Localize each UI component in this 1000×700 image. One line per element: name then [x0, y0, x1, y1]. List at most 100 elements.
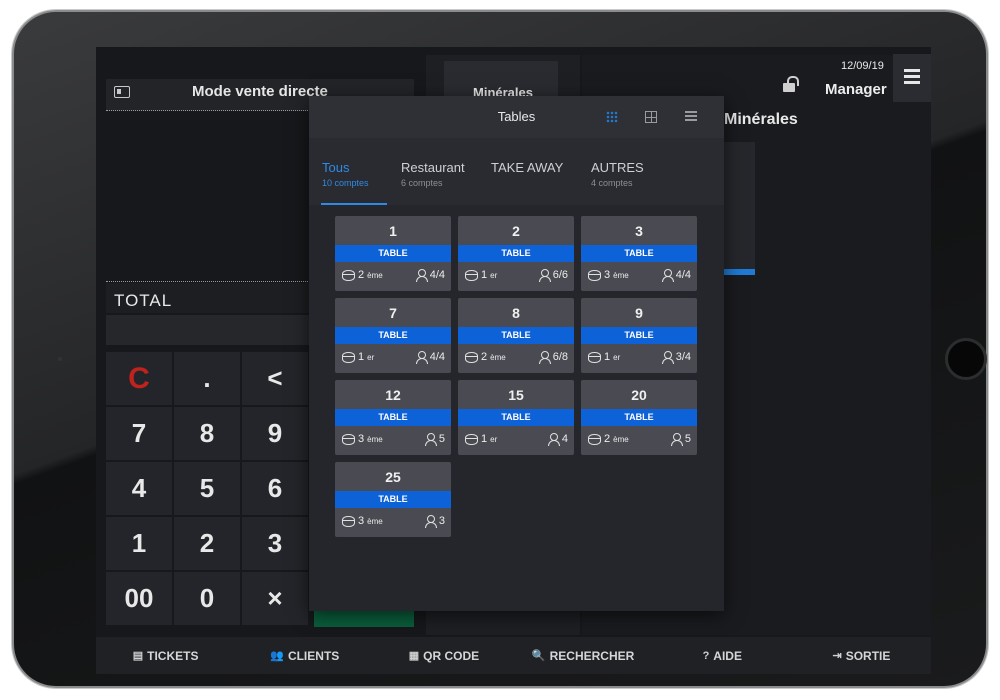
list-view-icon[interactable]	[685, 111, 697, 123]
tab-label: Restaurant	[401, 160, 465, 175]
bottom-nav: ▤ TICKETS 👥 CLIENTS ▦ QR CODE 🔍 RECHERCHER? AIDE…	[96, 637, 931, 674]
key-4[interactable]: 4	[106, 462, 172, 515]
coins-icon	[341, 515, 355, 527]
person-icon	[424, 515, 437, 528]
table-card[interactable]: 7 TABLE 1 er 4/4	[335, 298, 451, 373]
table-card[interactable]: 12 TABLE 3 ème 5	[335, 380, 451, 455]
key-00[interactable]: 00	[106, 572, 172, 625]
coins-icon	[341, 269, 355, 281]
service-suffix: ème	[367, 270, 383, 280]
search-icon: 🔍	[531, 650, 546, 662]
nav-rechercher[interactable]: 🔍 RECHERCHER	[514, 637, 653, 674]
key-9[interactable]: 9	[242, 407, 308, 460]
person-icon	[670, 433, 683, 446]
nav-label: SORTIE	[845, 648, 891, 663]
guest-count: 4	[561, 433, 568, 445]
table-type-badge: TABLE	[581, 327, 697, 344]
id-card-icon	[114, 86, 130, 98]
service-number: 1	[481, 269, 488, 281]
table-card[interactable]: 3 TABLE 3 ème 4/4	[581, 216, 697, 291]
home-button[interactable]	[945, 338, 987, 380]
table-card[interactable]: 15 TABLE 1 er 4	[458, 380, 574, 455]
guest-count: 4/4	[675, 269, 691, 281]
user-name[interactable]: Manager	[825, 81, 887, 98]
nav-label: TICKETS	[147, 648, 199, 663]
tab-count: 4 comptes	[591, 178, 633, 188]
service-indicator: 2 ème	[587, 433, 629, 445]
unlock-icon[interactable]	[783, 76, 799, 92]
tab-autres[interactable]: AUTRES 4 comptes	[591, 160, 644, 188]
guest-count: 6/6	[552, 269, 568, 281]
guest-count: 4/4	[429, 351, 445, 363]
table-card[interactable]: 20 TABLE 2 ème 5	[581, 380, 697, 455]
key-8[interactable]: 8	[174, 407, 240, 460]
product-tile[interactable]	[724, 142, 755, 275]
nav-clients[interactable]: 👥 CLIENTS	[235, 637, 374, 674]
service-suffix: er	[490, 434, 498, 444]
hamburger-menu-button[interactable]	[893, 54, 931, 102]
key-7[interactable]: 7	[106, 407, 172, 460]
table-type-badge: TABLE	[335, 327, 451, 344]
service-number: 3	[358, 515, 365, 527]
tab-take-away[interactable]: TAKE AWAY	[491, 160, 563, 178]
key-6[interactable]: 6	[242, 462, 308, 515]
table-number: 25	[385, 469, 401, 485]
service-suffix: er	[613, 352, 621, 362]
service-indicator: 1 er	[587, 351, 621, 363]
nav-label: RECHERCHER	[549, 648, 635, 663]
service-suffix: ème	[367, 516, 383, 526]
ticket-icon: ▤	[132, 650, 144, 662]
guest-count: 3/4	[675, 351, 691, 363]
service-number: 1	[604, 351, 611, 363]
tab-restaurant[interactable]: Restaurant 6 comptes	[401, 160, 465, 188]
service-indicator: 1 er	[464, 433, 498, 445]
total-label: TOTAL	[114, 291, 173, 310]
table-card[interactable]: 8 TABLE 2 ème 6/8	[458, 298, 574, 373]
service-indicator: 3 ème	[341, 433, 383, 445]
tab-label: AUTRES	[591, 160, 644, 175]
guest-indicator: 5	[670, 433, 691, 446]
nav-sortie[interactable]: ⇥ SORTIE	[792, 637, 931, 674]
exit-icon: ⇥	[832, 650, 842, 662]
date-display: 12/09/19	[841, 60, 884, 72]
nav-qr-code[interactable]: ▦ QR CODE	[374, 637, 513, 674]
table-number: 8	[512, 305, 520, 321]
service-indicator: 1 er	[341, 351, 374, 363]
grid-view-icon[interactable]	[606, 111, 618, 123]
table-card[interactable]: 1 TABLE 2 ème 4/4	[335, 216, 451, 291]
person-icon	[415, 269, 428, 282]
table-number: 9	[635, 305, 643, 321]
table-type-badge: TABLE	[581, 245, 697, 262]
table-card[interactable]: 9 TABLE 1 er 3/4	[581, 298, 697, 373]
guest-indicator: 4/4	[661, 269, 691, 282]
key-3[interactable]: 3	[242, 517, 308, 570]
key-decimal[interactable]: .	[174, 352, 240, 405]
key-1[interactable]: 1	[106, 517, 172, 570]
camera-dot	[58, 357, 62, 361]
guest-count: 5	[438, 433, 445, 445]
hamburger-line	[904, 69, 920, 72]
person-icon	[424, 433, 437, 446]
key-back[interactable]: <	[242, 352, 308, 405]
key-0[interactable]: 0	[174, 572, 240, 625]
table-card[interactable]: 2 TABLE 1 er 6/6	[458, 216, 574, 291]
tab-label: TAKE AWAY	[491, 160, 564, 175]
table-type-badge: TABLE	[458, 327, 574, 344]
plan-view-icon[interactable]	[645, 111, 657, 123]
nav-aide[interactable]: ? AIDE	[653, 637, 792, 674]
table-type-badge: TABLE	[335, 245, 451, 262]
key-2[interactable]: 2	[174, 517, 240, 570]
key-clear[interactable]: C	[106, 352, 172, 405]
pos-screen: Mode vente directe TOTAL C. <7 8 9 4 5 6 1 2 3 00 0…	[96, 47, 931, 674]
table-type-badge: TABLE	[335, 409, 451, 426]
coins-icon	[587, 351, 601, 363]
tab-tous[interactable]: Tous 10 comptes	[322, 160, 369, 188]
key-cancel[interactable]: ×	[242, 572, 308, 625]
qr-icon: ▦	[408, 650, 420, 662]
nav-tickets[interactable]: ▤ TICKETS	[96, 637, 235, 674]
table-card[interactable]: 25 TABLE 3 ème 3	[335, 462, 451, 537]
table-number: 3	[635, 223, 643, 239]
tab-label: Tous	[322, 160, 350, 175]
key-5[interactable]: 5	[174, 462, 240, 515]
product-tile-accent	[724, 269, 755, 275]
